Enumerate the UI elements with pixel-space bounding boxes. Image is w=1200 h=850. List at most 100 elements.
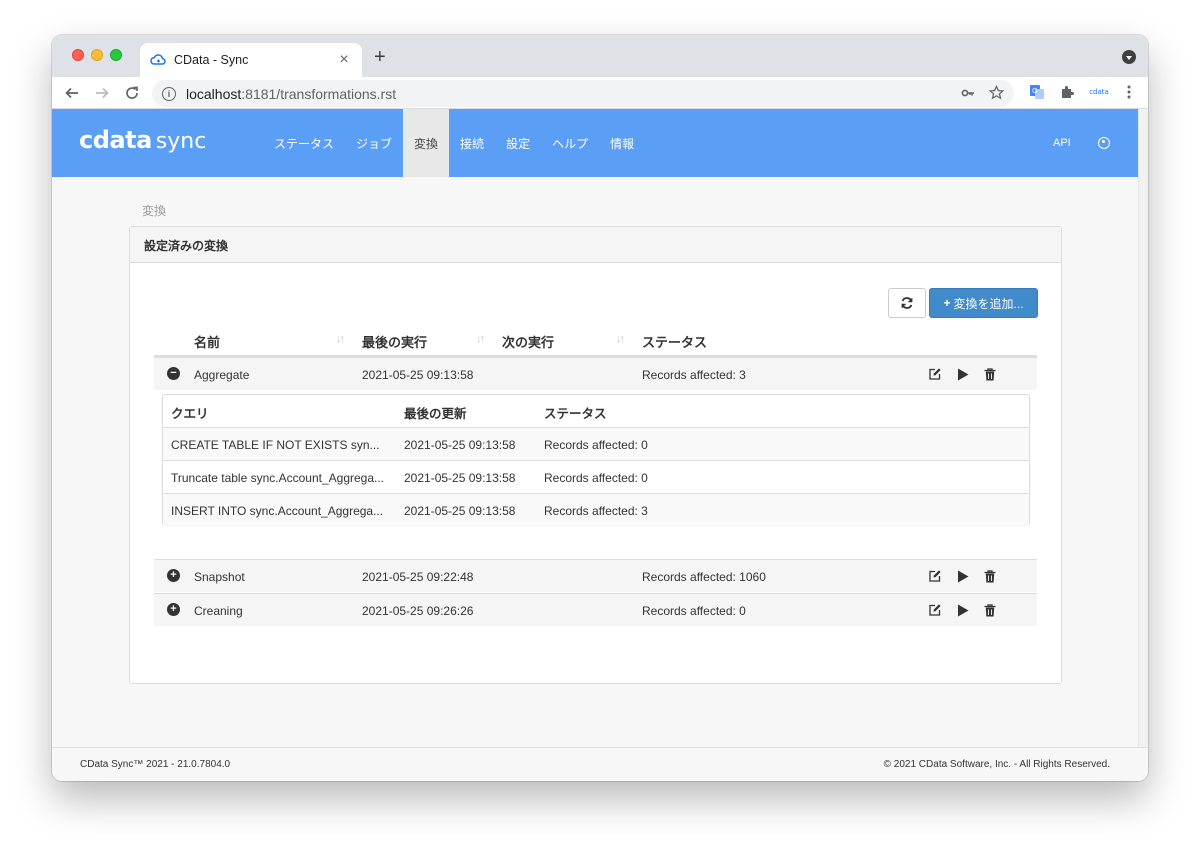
plus-icon: + [943, 296, 951, 310]
column-header-status[interactable]: ステータス [642, 332, 707, 351]
transformation-name[interactable]: Snapshot [194, 570, 245, 584]
last-run: 2021-05-25 09:22:48 [362, 570, 474, 584]
transformation-name[interactable]: Aggregate [194, 368, 249, 382]
expand-icon[interactable]: + [167, 603, 180, 616]
expand-icon[interactable]: + [167, 569, 180, 582]
maximize-window-button[interactable] [110, 49, 122, 61]
main-content: 変換 設定済みの変換 + 変換を追加... 名前 ↓↑ 最後の実行 ↓↑ 次の実… [52, 177, 1138, 747]
tab-title: CData - Sync [174, 53, 249, 67]
close-window-button[interactable] [72, 49, 84, 61]
last-run: 2021-05-25 09:26:26 [362, 604, 474, 618]
query-status: Records affected: 0 [544, 471, 648, 485]
nav-settings[interactable]: 設定 [495, 109, 541, 177]
table-row[interactable]: + Snapshot 2021-05-25 09:22:48 Records a… [154, 559, 1037, 592]
nav-jobs[interactable]: ジョブ [345, 109, 403, 177]
query-row: Truncate table sync.Account_Aggrega... 2… [163, 460, 1029, 493]
tab-search-icon[interactable] [1122, 50, 1136, 64]
browser-menu-icon[interactable] [1120, 83, 1138, 101]
play-icon[interactable] [956, 603, 970, 617]
bookmark-star-icon[interactable] [988, 84, 1005, 105]
add-transformation-button[interactable]: + 変換を追加... [929, 288, 1038, 318]
refresh-button[interactable] [888, 288, 926, 318]
transformations-panel: 設定済みの変換 + 変換を追加... 名前 ↓↑ 最後の実行 ↓↑ 次の実行 ↓… [129, 226, 1062, 684]
query-row: INSERT INTO sync.Account_Aggrega... 2021… [163, 493, 1029, 526]
cdata-sync-logo[interactable]: cdata sync [79, 126, 206, 154]
user-icon[interactable] [1098, 137, 1110, 149]
breadcrumb: 変換 [142, 204, 167, 218]
forward-arrow-icon[interactable] [92, 83, 112, 103]
version-text: CData Sync™ 2021 - 21.0.7804.0 [80, 759, 231, 770]
query-status: Records affected: 3 [544, 504, 648, 518]
tab-close-icon[interactable]: × [336, 52, 352, 68]
query-updated: 2021-05-25 09:13:58 [404, 471, 516, 485]
sort-icon[interactable]: ↓↑ [616, 333, 625, 345]
logo-sync-text: sync [155, 129, 207, 154]
new-tab-button[interactable]: + [374, 47, 386, 67]
panel-title: 設定済みの変換 [130, 227, 1061, 263]
table-row[interactable]: − Aggregate 2021-05-25 09:13:58 Records … [154, 357, 1037, 390]
address-bar[interactable]: i localhost :8181/transformations.rst [152, 80, 1014, 107]
copyright-text: © 2021 CData Software, Inc. - All Rights… [883, 759, 1110, 770]
transformation-name[interactable]: Creaning [194, 604, 243, 618]
edit-icon[interactable] [928, 569, 942, 583]
edit-icon[interactable] [928, 367, 942, 381]
table-row[interactable]: + Creaning 2021-05-25 09:26:26 Records a… [154, 593, 1037, 626]
subcolumn-header-status: ステータス [544, 407, 607, 421]
browser-toolbar: i localhost :8181/transformations.rst G … [52, 77, 1148, 109]
cloud-sync-icon [150, 52, 166, 68]
page-scrollbar[interactable] [1138, 109, 1148, 747]
browser-window: CData - Sync × + i localhost :8181/trans… [52, 35, 1148, 781]
back-arrow-icon[interactable] [62, 83, 82, 103]
column-header-last-run[interactable]: 最後の実行 [362, 332, 427, 351]
nav-transformations[interactable]: 変換 [403, 109, 450, 177]
info-icon[interactable]: i [162, 86, 176, 101]
nav-info[interactable]: 情報 [599, 109, 645, 177]
query-text: CREATE TABLE IF NOT EXISTS syn... [171, 438, 380, 452]
query-subtable: クエリ 最後の更新 ステータス CREATE TABLE IF NOT EXIS… [162, 394, 1030, 526]
main-nav: ステータス ジョブ 変換 接続 設定 ヘルプ 情報 [263, 109, 645, 177]
cdata-extension-icon[interactable]: cdata [1086, 83, 1112, 101]
browser-tab[interactable]: CData - Sync × [140, 43, 362, 77]
query-updated: 2021-05-25 09:13:58 [404, 504, 516, 518]
minimize-window-button[interactable] [91, 49, 103, 61]
status-text: Records affected: 0 [642, 604, 746, 618]
refresh-icon [901, 297, 913, 309]
reload-icon[interactable] [122, 83, 142, 103]
app-header: cdata sync ステータス ジョブ 変換 接続 設定 ヘルプ 情報 API [52, 109, 1138, 177]
table-header: 名前 ↓↑ 最後の実行 ↓↑ 次の実行 ↓↑ ステータス [154, 323, 1037, 357]
edit-icon[interactable] [928, 603, 942, 617]
puzzle-extension-icon[interactable] [1058, 83, 1076, 101]
url-host: localhost [186, 85, 242, 102]
collapse-icon[interactable]: − [167, 367, 180, 380]
query-status: Records affected: 0 [544, 438, 648, 452]
tab-strip: CData - Sync × + [52, 35, 1148, 77]
sort-icon[interactable]: ↓↑ [336, 333, 345, 345]
query-updated: 2021-05-25 09:13:58 [404, 438, 516, 452]
cdata-extension-label: cdata [1089, 88, 1109, 96]
nav-help[interactable]: ヘルプ [541, 109, 599, 177]
play-icon[interactable] [956, 367, 970, 381]
nav-status[interactable]: ステータス [263, 109, 345, 177]
key-icon[interactable] [961, 86, 975, 105]
sort-icon[interactable]: ↓↑ [476, 333, 485, 345]
play-icon[interactable] [956, 569, 970, 583]
trash-icon[interactable] [983, 603, 997, 617]
status-text: Records affected: 3 [642, 368, 746, 382]
column-header-name[interactable]: 名前 [194, 332, 220, 351]
query-text: Truncate table sync.Account_Aggrega... [171, 471, 385, 485]
nav-connections[interactable]: 接続 [449, 109, 495, 177]
trash-icon[interactable] [983, 367, 997, 381]
logo-cdata-text: cdata [79, 126, 152, 154]
svg-text:G: G [1032, 87, 1037, 95]
query-row: CREATE TABLE IF NOT EXISTS syn... 2021-0… [163, 427, 1029, 460]
subtable-header: クエリ 最後の更新 ステータス [163, 395, 1029, 427]
add-transformation-label: 変換を追加... [953, 296, 1024, 311]
last-run: 2021-05-25 09:13:58 [362, 368, 474, 382]
subcolumn-header-last-updated: 最後の更新 [404, 407, 467, 421]
page-footer: CData Sync™ 2021 - 21.0.7804.0 © 2021 CD… [52, 747, 1148, 781]
translate-extension-icon[interactable]: G [1028, 83, 1046, 101]
api-link[interactable]: API [1053, 137, 1071, 149]
trash-icon[interactable] [983, 569, 997, 583]
column-header-next-run[interactable]: 次の実行 [502, 332, 554, 351]
subcolumn-header-query: クエリ [171, 407, 209, 421]
